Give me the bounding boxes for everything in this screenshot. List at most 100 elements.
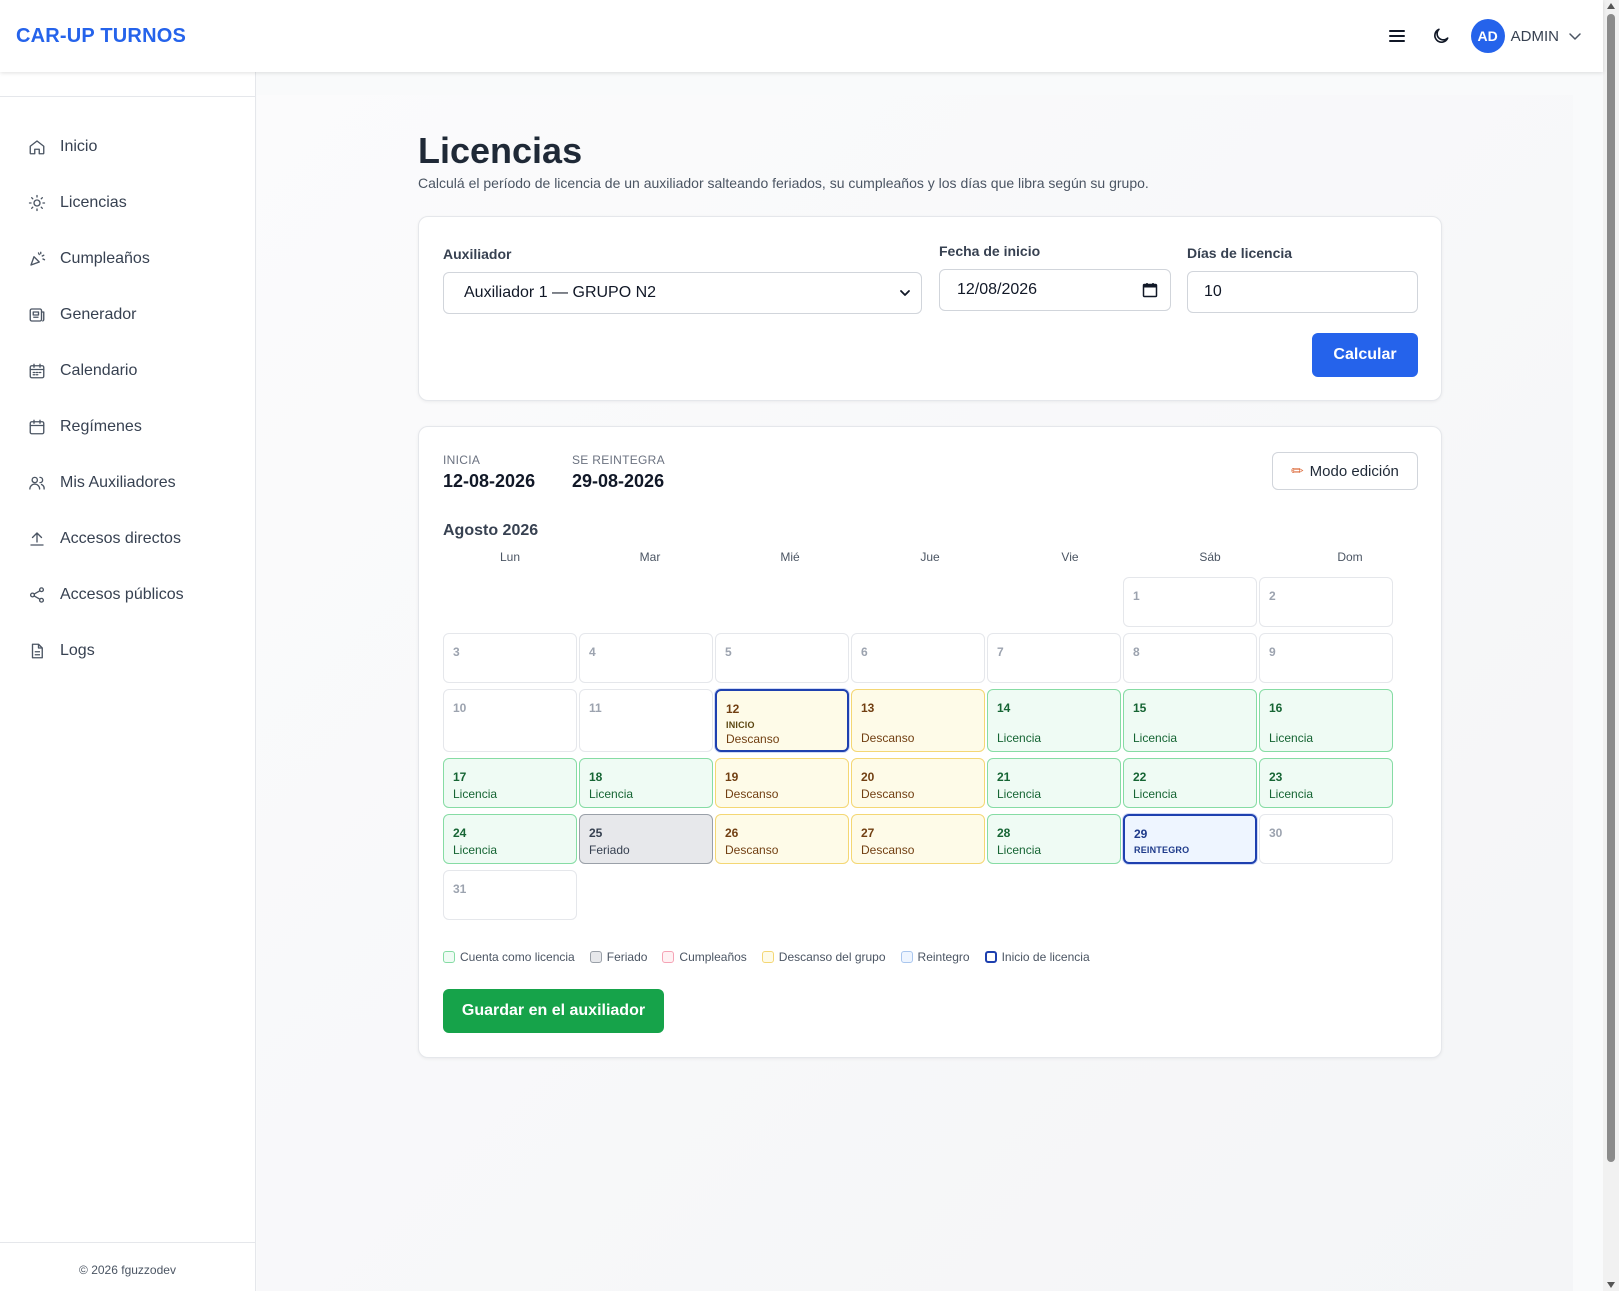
calendar-day-14[interactable]: 14 Licencia xyxy=(987,689,1121,752)
calendar-day-27[interactable]: 27 Descanso xyxy=(851,814,985,864)
calendar-day-20[interactable]: 20 Descanso xyxy=(851,758,985,808)
sidebar-item-label: Accesos públicos xyxy=(60,586,184,603)
calendar-day-30[interactable]: 30 xyxy=(1259,814,1393,864)
guardar-button[interactable]: Guardar en el auxiliador xyxy=(443,989,664,1033)
legend-item: Cumpleaños xyxy=(662,950,747,964)
calendar-day-7[interactable]: 7 xyxy=(987,633,1121,683)
sidebar-item-inicio[interactable]: Inicio xyxy=(0,119,255,175)
calendar-day-21[interactable]: 21 Licencia xyxy=(987,758,1121,808)
fecha-inicio-input[interactable]: 12/08/2026 xyxy=(939,269,1171,311)
calendar-day-23[interactable]: 23 Licencia xyxy=(1259,758,1393,808)
sidebar-item-label: Regímenes xyxy=(60,418,142,435)
sun-icon xyxy=(28,194,46,212)
day-number: 26 xyxy=(725,826,739,840)
sidebar-item-accesos-publicos[interactable]: Accesos públicos xyxy=(0,567,255,623)
day-type-label: Descanso xyxy=(725,787,779,801)
day-number: 19 xyxy=(725,770,739,784)
legend-swatch xyxy=(761,951,774,963)
sidebar-item-generador[interactable]: Generador xyxy=(0,287,255,343)
legend-label: Reintegro xyxy=(917,950,970,964)
calendar-day-3[interactable]: 3 xyxy=(443,633,577,683)
sidebar-item-licencias[interactable]: Licencias xyxy=(0,175,255,231)
sidebar-item-label: Mis Auxiliadores xyxy=(60,474,176,491)
day-number: 7 xyxy=(997,645,1004,659)
dias-label: Días de licencia xyxy=(1187,245,1293,261)
day-number: 16 xyxy=(1269,701,1283,715)
modo-edicion-button[interactable]: ✏ Modo edición xyxy=(1272,452,1418,490)
day-number: 12 xyxy=(726,702,740,716)
page-subtitle: Calculá el período de licencia de un aux… xyxy=(418,175,1149,191)
day-number: 21 xyxy=(997,770,1011,784)
day-number: 20 xyxy=(861,770,875,784)
generator-icon xyxy=(29,308,45,322)
day-tag: REINTEGRO xyxy=(1134,845,1190,855)
brand-logo[interactable]: CAR-UP TURNOS xyxy=(16,25,186,48)
day-type-label: Licencia xyxy=(1133,787,1178,801)
sidebar-item-mis-auxiliadores[interactable]: Mis Auxiliadores xyxy=(0,455,255,511)
calendar-day-29[interactable]: 29 REINTEGRO xyxy=(1123,814,1257,864)
calendar-day-22[interactable]: 22 Licencia xyxy=(1123,758,1257,808)
divider xyxy=(0,96,255,97)
auxiliador-select[interactable]: Auxiliador 1 — GRUPO N2 xyxy=(443,272,922,314)
day-number: 17 xyxy=(453,770,467,784)
weekday-header: Lun Mar Mié Jue Vie Sáb Dom xyxy=(443,550,1418,564)
calendar-day-17[interactable]: 17 Licencia xyxy=(443,758,577,808)
day-type-label: Descanso xyxy=(861,843,915,857)
scroll-down-arrow[interactable] xyxy=(1607,1282,1615,1288)
page-title: Licencias xyxy=(418,130,583,171)
calcular-button[interactable]: Calcular xyxy=(1312,333,1418,377)
calendar-day-4[interactable]: 4 xyxy=(579,633,713,683)
calendar-icon[interactable] xyxy=(1142,282,1158,298)
file-icon xyxy=(31,643,43,659)
day-type-label: Licencia xyxy=(1269,731,1314,745)
sidebar-item-calendario[interactable]: Calendario xyxy=(0,343,255,399)
legend-label: Descanso del grupo xyxy=(778,950,886,964)
calendar-day-2[interactable]: 2 xyxy=(1259,577,1393,627)
calendar-day-6[interactable]: 6 xyxy=(851,633,985,683)
day-number: 27 xyxy=(861,826,875,840)
weekday-label: Jue xyxy=(920,550,940,564)
calendar-day-9[interactable]: 9 xyxy=(1259,633,1393,683)
sidebar-item-logs[interactable]: Logs xyxy=(0,623,255,679)
avatar[interactable]: AD xyxy=(1470,19,1505,53)
sidebar-item-label: Cumpleaños xyxy=(60,250,150,267)
user-name[interactable]: ADMIN xyxy=(1511,28,1559,45)
day-number: 23 xyxy=(1269,770,1283,784)
sidebar-item-label: Licencias xyxy=(60,194,127,211)
modo-edicion-label: Modo edición xyxy=(1309,462,1399,480)
menu-icon xyxy=(1388,30,1405,42)
scroll-up-arrow[interactable] xyxy=(1607,3,1615,9)
calendar-day-26[interactable]: 26 Descanso xyxy=(715,814,849,864)
home-icon xyxy=(29,140,45,155)
calendar-day-11[interactable]: 11 xyxy=(579,689,713,752)
calendar-day-10[interactable]: 10 xyxy=(443,689,577,752)
calendar-day-1[interactable]: 1 xyxy=(1123,577,1257,627)
sidebar-item-accesos-directos[interactable]: Accesos directos xyxy=(0,511,255,567)
auxiliador-label: Auxiliador xyxy=(443,246,512,262)
calendar-day-25[interactable]: 25 Feriado xyxy=(579,814,713,864)
calendar-day-12[interactable]: 12 INICIO Descanso xyxy=(715,689,849,752)
sidebar-item-regimenes[interactable]: Regímenes xyxy=(0,399,255,455)
moon-icon xyxy=(1433,28,1449,43)
calendar-day-15[interactable]: 15 Licencia xyxy=(1123,689,1257,752)
menu-button[interactable] xyxy=(1379,18,1415,54)
legend-swatch xyxy=(662,951,675,963)
scrollbar-thumb[interactable] xyxy=(1607,14,1615,1162)
page-scrollbar[interactable] xyxy=(1603,0,1619,1291)
calendar-day-28[interactable]: 28 Licencia xyxy=(987,814,1121,864)
theme-toggle-button[interactable] xyxy=(1423,18,1459,54)
calendar-day-13[interactable]: 13 Descanso xyxy=(851,689,985,752)
calendar-day-16[interactable]: 16 Licencia xyxy=(1259,689,1393,752)
dias-licencia-input[interactable]: 10 xyxy=(1187,271,1418,313)
user-menu-toggle[interactable] xyxy=(1567,28,1583,44)
calendar-day-31[interactable]: 31 xyxy=(443,870,577,920)
legend-label: Cuenta como licencia xyxy=(460,950,575,964)
calendar-day-5[interactable]: 5 xyxy=(715,633,849,683)
calendar-day-18[interactable]: 18 Licencia xyxy=(579,758,713,808)
legend-swatch xyxy=(443,951,455,963)
calendar-day-19[interactable]: 19 Descanso xyxy=(715,758,849,808)
auxiliador-select-value: Auxiliador 1 — GRUPO N2 xyxy=(464,284,657,301)
calendar-day-8[interactable]: 8 xyxy=(1123,633,1257,683)
sidebar-item-cumpleanos[interactable]: Cumpleaños xyxy=(0,231,255,287)
calendar-day-24[interactable]: 24 Licencia xyxy=(443,814,577,864)
